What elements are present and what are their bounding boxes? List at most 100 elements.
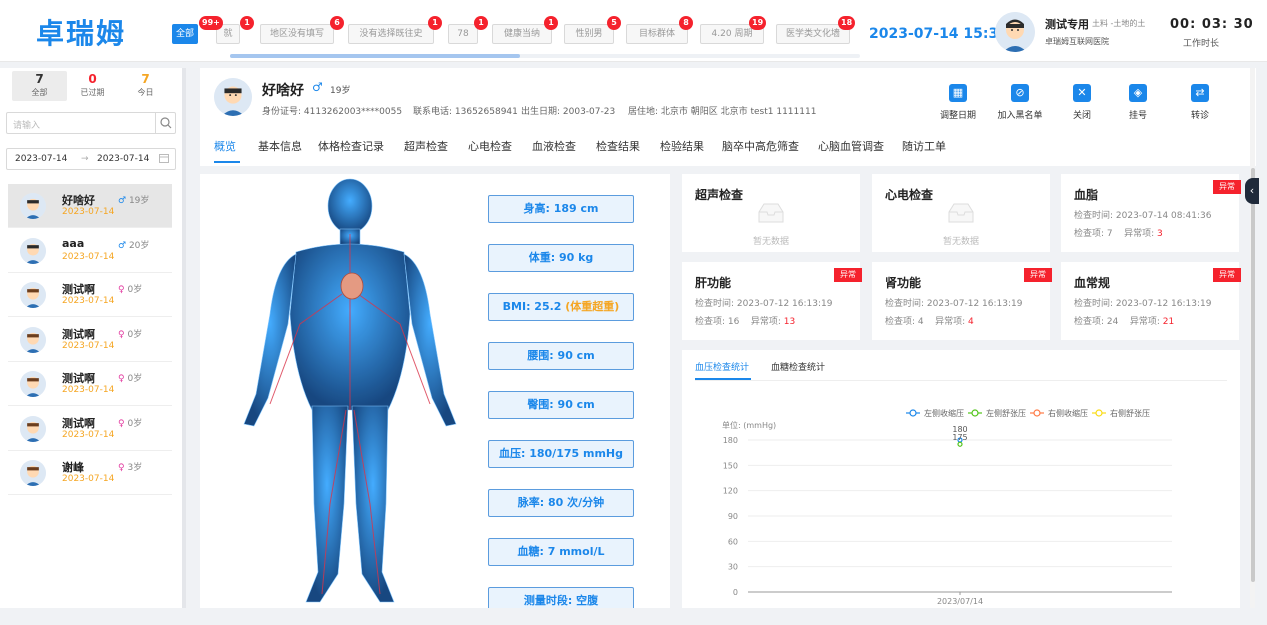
patient-name: 好啥好 [262,83,304,99]
tab-blood-pressure-stats[interactable]: 血压检查统计 [695,360,749,373]
y-tick-label: 60 [728,537,738,546]
exam-card[interactable]: 血脂 异常 检查时间: 2023-07-14 08:41:36 检查项: 7 异常项:… [1061,174,1241,252]
action-transfer-button[interactable]: ⇄ 转诊 [1170,84,1230,121]
action-label: 加入黑名单 [997,111,1043,121]
abnormal-count: 21 [1162,317,1175,327]
human-body-figure [243,178,457,603]
action-register-button[interactable]: ◈ 挂号 [1108,84,1168,121]
stat-today[interactable]: 7 今日 [118,71,173,101]
filter-tag[interactable]: 性别男 [564,24,614,44]
tag-count-badge: 1 [544,16,558,30]
patient-list-date: 2023-07-14 [62,207,115,217]
exam-item-count: 检查项: 7 [1074,229,1113,239]
user-avatar[interactable] [995,12,1035,52]
collapse-panel-button[interactable]: ‹ [1245,178,1259,204]
patient-list-item[interactable]: 测试啊 2023-07-14 ♀ 0岁 [8,273,172,317]
filter-tag[interactable]: 目标群体 [626,24,688,44]
male-icon: ♂ [312,80,323,94]
blacklist-icon: ⊘ [1011,84,1029,102]
calendar-icon: ▦ [949,84,967,102]
patient-list-name: 测试啊 [62,283,95,296]
data-point [957,441,963,447]
exam-card-title: 心电检查 [885,188,934,202]
stat-all[interactable]: 7 全部 [12,71,67,101]
empty-tray-icon [758,203,784,223]
tab-record[interactable]: 心脑血管调查 [818,138,884,154]
patient-list-scrollbar[interactable] [182,68,186,608]
tab-blood-sugar-stats[interactable]: 血糖检查统计 [771,360,825,373]
patient-search-input[interactable]: 请输入 [6,112,176,134]
vital-sign-box: 臀围: 90 cm [488,391,634,419]
patient-list-item[interactable]: 测试啊 2023-07-14 ♀ 0岁 [8,362,172,406]
vital-sign-value: 身高: 189 cm [523,202,599,215]
exam-card[interactable]: 血常规 异常 检查时间: 2023-07-12 16:13:19 检查项: 24 异常… [1061,262,1241,340]
legend-marker [909,409,917,417]
patient-list-item[interactable]: 好啥好 2023-07-14 ♂ 19岁 [8,184,172,228]
tag-count-badge: 1 [240,16,254,30]
stats-chart-panel: 血压检查统计 血糖检查统计 单位: (mmHg) 0 30 60 90 120 150 180… [682,350,1240,608]
tag-count-badge: 99+ [199,16,223,30]
date-range-picker[interactable]: 2023-07-14 → 2023-07-14 [6,148,176,170]
y-axis-label: 单位: (mmHg) [722,420,776,430]
transfer-icon: ⇄ [1191,84,1209,102]
tag-count-badge: 1 [428,16,442,30]
exam-time: 检查时间: 2023-07-12 16:13:19 [885,299,1023,309]
action-calendar-button[interactable]: ▦ 调整日期 [928,84,988,121]
body-overview-panel: 身高: 189 cm 体重: 90 kg BMI: 25.2 (体重超重) 腰围: 9… [200,174,670,608]
action-blacklist-button[interactable]: ⊘ 加入黑名单 [990,84,1050,121]
filter-tag[interactable]: 健康当纳 [492,24,552,44]
patient-list-age: ♂ 19岁 [118,193,149,206]
exam-item-count: 检查项: 24 [1074,317,1119,327]
tab-record[interactable]: 基本信息 [258,138,302,154]
exam-card[interactable]: 心电检查 暂无数据 [872,174,1050,252]
age-value: 0岁 [127,285,143,295]
action-label: 调整日期 [939,111,976,121]
patient-phone: 联系电话: 13652658941 [413,107,518,117]
action-close-button[interactable]: ✕ 关闭 [1052,84,1112,121]
tab-record[interactable]: 脑卒中高危筛查 [722,138,799,154]
tab-record[interactable]: 概览 [214,138,236,154]
patient-list-item[interactable]: 测试啊 2023-07-14 ♀ 0岁 [8,407,172,451]
tab-record[interactable]: 心电检查 [468,138,512,154]
patient-header: 好啥好 ♂ 19岁 身份证号: 4113262003****0055 联系电话:… [200,68,1256,166]
female-icon: ♀ [118,374,125,384]
tab-record[interactable]: 超声检查 [404,138,448,154]
avatar [20,193,46,219]
exam-card-title: 血脂 [1074,188,1099,202]
blood-pressure-chart: 单位: (mmHg) 0 30 60 90 120 150 180 2023/07/14 左侧收缩… [722,408,1172,606]
filter-tag[interactable]: 全部 [172,24,198,44]
stat-all-count: 7 [35,72,44,86]
exam-card[interactable]: 肝功能 异常 检查时间: 2023-07-12 16:13:19 检查项: 16 异常… [682,262,862,340]
patient-list-item[interactable]: aaa 2023-07-14 ♂ 20岁 [8,229,172,273]
filter-tag[interactable]: 没有选择既往史 [348,24,434,44]
filter-tag[interactable]: 78 [448,24,478,44]
filter-tag[interactable]: 地区没有填写 [260,24,334,44]
female-icon: ♀ [118,418,125,429]
abnormal-label: 异常项: [750,317,784,327]
exam-card-title: 血常规 [1074,276,1111,290]
female-icon: ♀ [118,329,125,340]
avatar [20,371,46,397]
exam-card[interactable]: 肾功能 异常 检查时间: 2023-07-12 16:13:19 检查项: 4 异常项… [872,262,1052,340]
y-tick-label: 150 [723,461,738,470]
patient-list-item[interactable]: 谢峰 2023-07-14 ♀ 3岁 [8,451,172,495]
tab-record[interactable]: 血液检查 [532,138,576,154]
date-range-end: 2023-07-14 [97,154,150,164]
tab-record[interactable]: 检查结果 [596,138,640,154]
legend-marker [971,409,979,417]
y-tick-label: 90 [728,512,738,521]
no-data-text: 暂无数据 [752,237,789,247]
patient-list-item[interactable]: 测试啊 2023-07-14 ♀ 0岁 [8,318,172,362]
tag-scroll-thumb[interactable] [230,54,520,58]
date-range-arrow: → [81,154,89,164]
vital-sign-box: BMI: 25.2 (体重超重) [488,293,634,321]
main-scrollbar-thumb[interactable] [1251,168,1255,582]
vital-sign-box: 腰围: 90 cm [488,342,634,370]
tab-record[interactable]: 随访工单 [902,138,946,154]
search-button[interactable] [155,113,175,133]
exam-counts: 检查项: 24 异常项: 21 [1074,314,1174,327]
tab-record[interactable]: 检验结果 [660,138,704,154]
exam-card[interactable]: 超声检查 暂无数据 [682,174,860,252]
tab-record[interactable]: 体格检查记录 [318,138,384,154]
stat-expired[interactable]: 0 已过期 [65,71,120,101]
